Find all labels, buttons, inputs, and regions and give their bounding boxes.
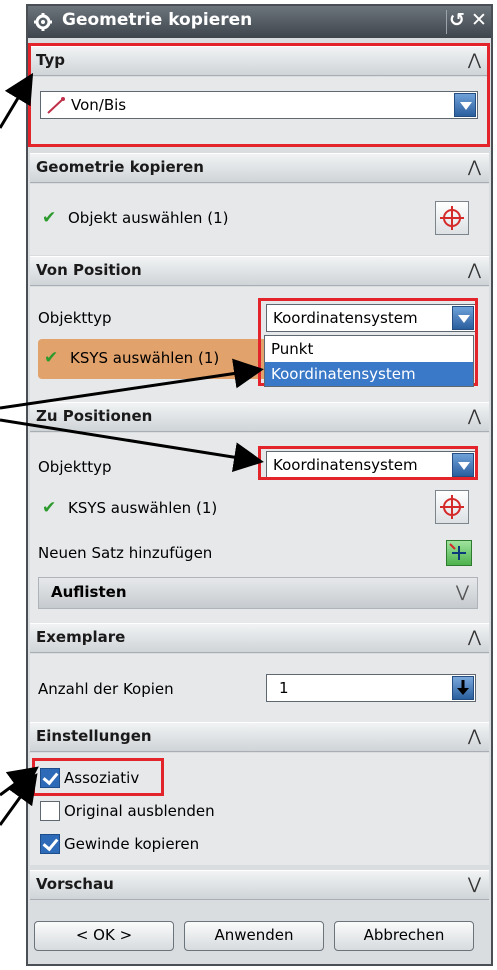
checkmark-icon: ✔ — [42, 498, 57, 518]
highlight-assoziativ — [32, 758, 164, 796]
add-set-icon — [449, 543, 466, 560]
von-objekttyp-dropdown-list: Punkt Koordinatensystem — [264, 335, 474, 387]
section-header-exemplare[interactable]: Exemplare ⋀ — [30, 623, 489, 653]
apply-button[interactable]: Anwenden — [184, 921, 324, 951]
section-label-einstellungen: Einstellungen — [36, 727, 152, 745]
chevron-down-icon[interactable]: ⋁ — [468, 874, 481, 893]
copies-count-label: Anzahl der Kopien — [38, 680, 174, 698]
section-label-vorschau: Vorschau — [36, 875, 114, 893]
auflisten-label: Auflisten — [51, 583, 127, 601]
ok-button[interactable]: < OK > — [34, 921, 174, 951]
section-header-vorschau[interactable]: Vorschau ⋁ — [30, 870, 489, 900]
select-object-button[interactable] — [435, 201, 469, 235]
copy-geometry-dialog: Geometrie kopieren ↺ ✕ Typ ⋀ Von/Bis Geo… — [26, 4, 493, 966]
checkbox-gewinde-kopieren[interactable] — [40, 834, 60, 854]
title-bar: Geometrie kopieren ↺ ✕ — [28, 6, 491, 38]
chevron-up-icon[interactable]: ⋀ — [468, 406, 481, 425]
dropdown-option-punkt[interactable]: Punkt — [265, 337, 473, 361]
section-header-von-position[interactable]: Von Position ⋀ — [30, 256, 489, 286]
zu-select-ksys-label[interactable]: KSYS auswählen (1) — [68, 499, 217, 517]
chevron-up-icon[interactable]: ⋀ — [468, 726, 481, 745]
section-label-zu-positionen: Zu Positionen — [36, 407, 153, 425]
select-ksys-button[interactable] — [435, 490, 469, 524]
section-header-geometrie[interactable]: Geometrie kopieren ⋀ — [30, 153, 489, 183]
checkbox-original-ausblenden[interactable] — [40, 801, 60, 821]
gear-icon[interactable] — [33, 12, 53, 32]
objekttyp-label: Objekttyp — [38, 458, 112, 476]
section-header-zu-positionen[interactable]: Zu Positionen ⋀ — [30, 402, 489, 432]
crosshair-icon — [440, 495, 464, 519]
chevron-up-icon[interactable]: ⋀ — [468, 627, 481, 646]
section-label-von-position: Von Position — [36, 261, 142, 279]
arrow-down-icon — [457, 680, 469, 695]
checkmark-icon: ✔ — [44, 348, 59, 368]
section-label-exemplare: Exemplare — [36, 628, 126, 646]
section-label-geometrie: Geometrie kopieren — [36, 158, 204, 176]
reset-icon[interactable]: ↺ — [447, 9, 467, 33]
section-body-geometrie: ✔ Objekt auswählen (1) — [30, 184, 489, 255]
copies-count-value: 1 — [279, 679, 289, 697]
gewinde-kopieren-label[interactable]: Gewinde kopieren — [64, 835, 199, 853]
chevron-up-icon[interactable]: ⋀ — [468, 260, 481, 279]
close-icon[interactable]: ✕ — [469, 9, 489, 33]
checkmark-icon: ✔ — [42, 208, 57, 228]
highlight-zu-objekttyp — [258, 446, 478, 480]
dropdown-option-koordinatensystem[interactable]: Koordinatensystem — [265, 362, 473, 386]
original-ausblenden-label[interactable]: Original ausblenden — [64, 802, 215, 820]
select-object-label[interactable]: Objekt auswählen (1) — [68, 209, 228, 227]
highlight-typ — [28, 43, 490, 147]
add-set-button[interactable] — [446, 540, 472, 566]
von-select-ksys-label[interactable]: KSYS auswählen (1) — [70, 349, 219, 367]
new-set-label: Neuen Satz hinzufügen — [38, 544, 213, 562]
section-body-exemplare: Anzahl der Kopien 1 — [30, 654, 489, 722]
crosshair-icon — [440, 206, 464, 230]
subsection-auflisten[interactable]: Auflisten ⋁ — [38, 577, 478, 609]
copies-count-input[interactable]: 1 — [266, 674, 476, 702]
chevron-up-icon[interactable]: ⋀ — [468, 157, 481, 176]
chevron-down-icon[interactable]: ⋁ — [456, 582, 469, 601]
cancel-button[interactable]: Abbrechen — [334, 921, 474, 951]
objekttyp-label: Objekttyp — [38, 309, 112, 327]
section-header-einstellungen[interactable]: Einstellungen ⋀ — [30, 722, 489, 752]
stepper-button[interactable] — [452, 676, 474, 700]
window-title: Geometrie kopieren — [62, 10, 253, 30]
